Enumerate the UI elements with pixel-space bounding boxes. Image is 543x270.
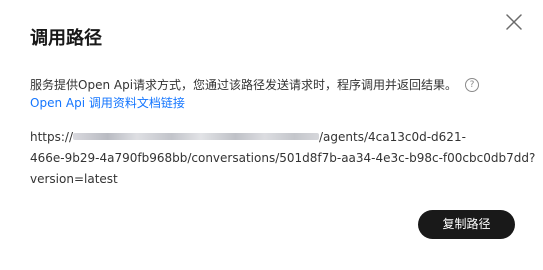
help-icon[interactable]: ? [465, 78, 480, 92]
url-line-3: version=latest [30, 172, 118, 186]
copy-path-button[interactable]: 复制路径 [418, 210, 515, 239]
dialog-title: 调用路径 [30, 28, 102, 49]
url-prefix: https:// [30, 130, 74, 144]
close-button[interactable] [504, 12, 524, 32]
description-row: 服务提供Open Api请求方式，您通过该路径发送请求时，程序调用并返回结果。 … [30, 77, 480, 93]
api-doc-link[interactable]: Open Api 调用资料文档链接 [30, 95, 185, 111]
description-text: 服务提供Open Api请求方式，您通过该路径发送请求时，程序调用并返回结果。 [30, 78, 458, 92]
close-icon [506, 14, 522, 30]
call-path-dialog: 调用路径 服务提供Open Api请求方式，您通过该路径发送请求时，程序调用并返… [0, 0, 543, 270]
url-line-2: 466e-9b29-4a790fb968bb/conversations/501… [30, 151, 536, 165]
redacted-host [73, 133, 320, 140]
url-line-1-suffix: /agents/4ca13c0d-d621- [319, 130, 466, 144]
api-url: https:// /agents/4ca13c0d-d621- 466e-9b29… [30, 127, 536, 190]
url-line-1: https:// /agents/4ca13c0d-d621- [30, 127, 500, 148]
